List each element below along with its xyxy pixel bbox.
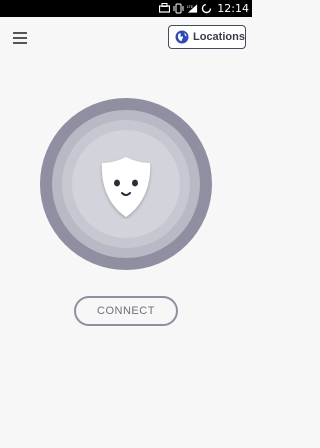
connect-button[interactable]: CONNECT: [74, 296, 178, 326]
locations-button[interactable]: Locations: [168, 25, 246, 49]
vpn-key-icon: [159, 3, 171, 14]
signal-icon: LTE: [187, 3, 198, 14]
menu-line: [13, 32, 27, 34]
vibrate-icon: [173, 3, 184, 14]
shield-connect-circle[interactable]: [40, 98, 212, 270]
status-icons: LTE 12:14: [159, 0, 252, 17]
sync-icon: [201, 3, 212, 14]
shield-ring-middle: [62, 120, 190, 248]
shield-ring-core: [72, 130, 180, 238]
menu-line: [13, 37, 27, 39]
locations-label: Locations: [193, 31, 245, 43]
network-type-label: LTE: [187, 5, 194, 9]
globe-icon: [175, 30, 189, 44]
shield-ring-inner: [52, 110, 200, 258]
status-bar: LTE 12:14: [0, 0, 252, 17]
menu-line: [13, 42, 27, 44]
hamburger-menu-icon[interactable]: [8, 28, 32, 48]
betternet-shield-icon: [101, 157, 151, 217]
status-time: 12:14: [217, 2, 249, 15]
